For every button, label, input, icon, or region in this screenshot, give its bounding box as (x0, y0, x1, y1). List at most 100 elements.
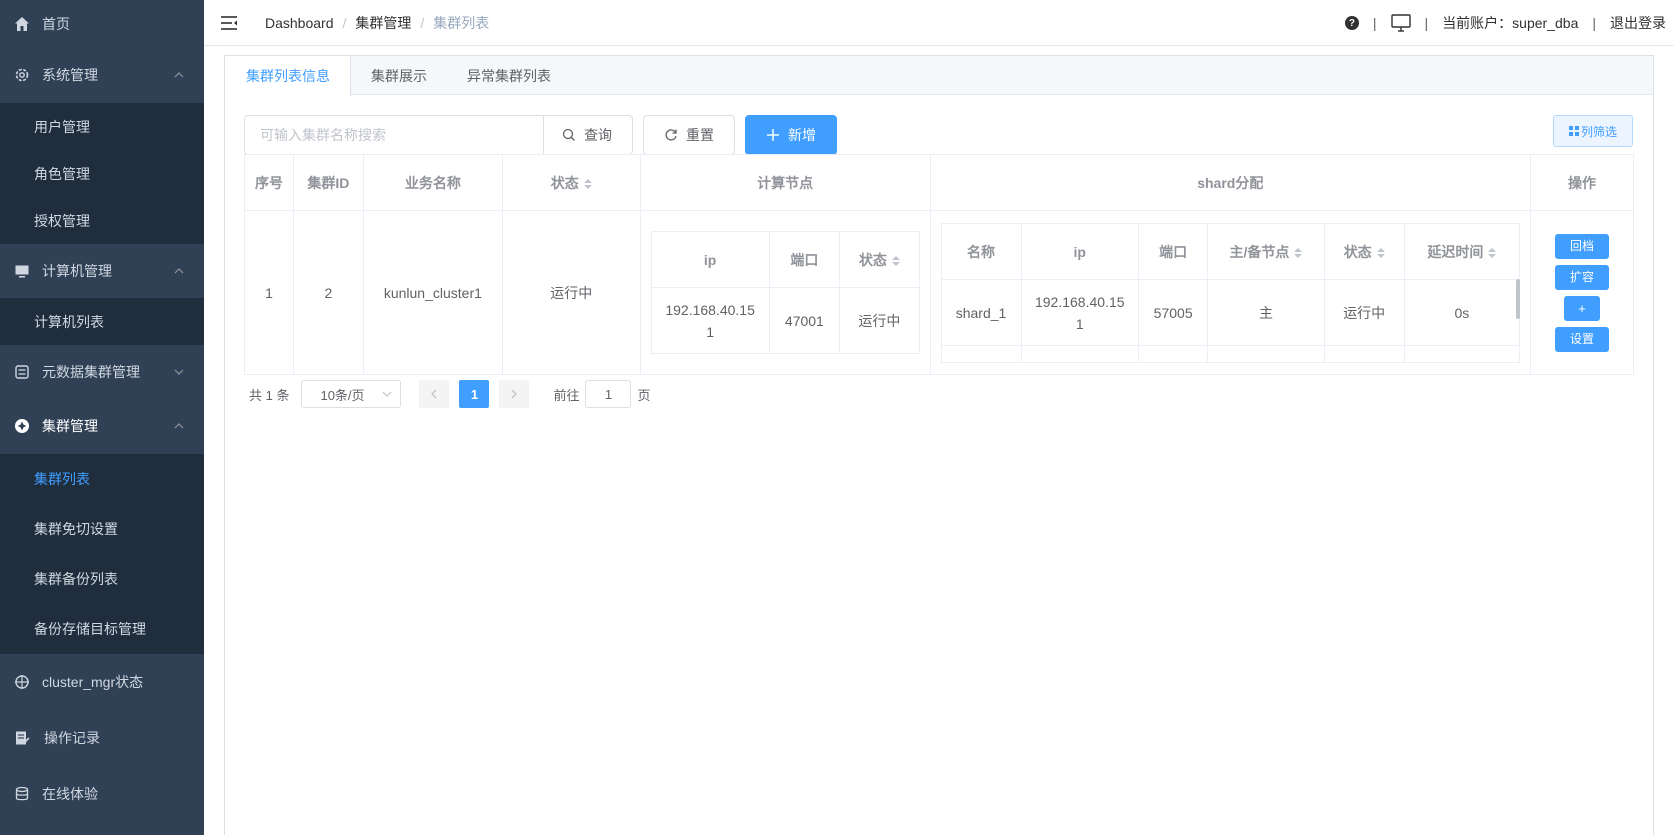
tab-cluster-list-info[interactable]: 集群列表信息 (225, 56, 351, 96)
right-menu: ? | | 当前账户：super_dba | 退出登录 (1344, 0, 1666, 46)
sidebar-item-label: 在线体验 (42, 786, 98, 802)
navbar: Dashboard / 集群管理 / 集群列表 ? | | 当前账户：super… (204, 0, 1674, 46)
sort-icon[interactable] (1488, 247, 1497, 258)
submenu-cluster: 集群列表 集群免切设置 集群备份列表 备份存储目标管理 (0, 454, 204, 654)
breadcrumb-cluster-list: 集群列表 (433, 14, 490, 31)
sidebar-item-label: 集群管理 (42, 418, 98, 434)
breadcrumb-separator: / (420, 14, 425, 31)
shard-port: 57005 (1137, 279, 1209, 346)
shard-header-delay-label: 延迟时间 (1427, 243, 1484, 260)
logout-link[interactable]: 退出登录 (1610, 13, 1666, 33)
compute-ip: 192.168.40.151 (650, 287, 770, 354)
chevron-down-icon (383, 391, 392, 397)
header-compute-nodes: 计算节点 (639, 154, 931, 211)
sidebar-item-metadata[interactable]: 元数据集群管理 (0, 345, 204, 398)
more-button[interactable]: + (1564, 295, 1600, 321)
add-button[interactable]: 新增 (745, 115, 837, 155)
sidebar-item-label: 元数据集群管理 (42, 363, 140, 380)
sidebar-item-cluster[interactable]: 集群管理 (0, 398, 204, 454)
search-icon (562, 128, 576, 142)
refresh-icon (664, 128, 678, 142)
sort-icon[interactable] (583, 178, 592, 189)
sort-icon[interactable] (891, 255, 900, 266)
tab-cluster-display[interactable]: 集群展示 (351, 56, 447, 95)
search-input[interactable] (244, 115, 544, 155)
sort-icon[interactable] (1294, 247, 1303, 258)
cluster-table: 序号 集群ID 业务名称 状态 计算节点 shard分配 操作 1 2 kunl… (244, 154, 1634, 375)
sidebar-item-backup-storage[interactable]: 备份存储目标管理 (0, 604, 204, 654)
page-size-select[interactable]: 10条/页 (301, 380, 402, 408)
shard-header-ip: ip (1020, 223, 1139, 280)
expand-button[interactable]: 扩容 (1555, 264, 1610, 290)
goto-input[interactable] (585, 380, 632, 408)
sidebar-item-label: 操作记录 (44, 730, 100, 746)
page-number[interactable]: 1 (459, 380, 490, 408)
database-icon (14, 786, 30, 802)
sidebar-item-online[interactable]: 在线体验 (0, 766, 204, 822)
help-icon[interactable]: ? (1344, 16, 1359, 30)
cluster-icon (14, 418, 30, 434)
hamburger-icon[interactable] (221, 13, 241, 33)
sidebar-item-cluster-backup[interactable]: 集群备份列表 (0, 554, 204, 604)
chevron-up-icon (174, 72, 184, 78)
sidebar-item-system[interactable]: 系统管理 (0, 47, 204, 103)
screen-icon[interactable] (1390, 14, 1411, 32)
plus-icon (766, 128, 780, 142)
document-edit-icon (14, 730, 30, 746)
header-cluster-id: 集群ID (292, 154, 364, 211)
query-button[interactable]: 查询 (544, 115, 633, 155)
sort-icon[interactable] (1376, 247, 1385, 258)
compute-port: 47001 (768, 287, 841, 354)
reset-button[interactable]: 重置 (643, 115, 735, 155)
chevron-left-icon (431, 389, 437, 399)
header-business-name: 业务名称 (362, 154, 503, 211)
sidebar-item-computer-list[interactable]: 计算机列表 (0, 298, 204, 345)
chevron-up-icon (174, 423, 184, 429)
page-size-value: 10条/页 (320, 387, 365, 403)
compute-node-row: 192.168.40.151 47001 运行中 (650, 287, 920, 354)
add-label: 新增 (788, 127, 816, 143)
next-page-button[interactable] (499, 380, 530, 408)
sidebar-item-authorization[interactable]: 授权管理 (0, 197, 204, 244)
breadcrumb-dashboard[interactable]: Dashboard (265, 15, 334, 31)
sidebar-item-home[interactable]: 首页 (0, 0, 204, 47)
scrollbar[interactable] (1516, 279, 1521, 319)
divider: | (1372, 15, 1377, 31)
sidebar-item-computer[interactable]: 计算机管理 (0, 244, 204, 298)
header-status[interactable]: 状态 (501, 154, 641, 211)
monitor-icon (14, 263, 30, 279)
table-row: 1 2 kunlun_cluster1 运行中 ip 端口 状态 192.168… (244, 210, 1634, 375)
header-status-label: 状态 (550, 174, 579, 191)
shard-header-port: 端口 (1137, 223, 1209, 280)
settings-button[interactable]: 设置 (1555, 326, 1610, 352)
sidebar-item-cluster-switch[interactable]: 集群免切设置 (0, 504, 204, 554)
column-filter-button[interactable]: 列筛选 (1552, 115, 1633, 147)
sidebar-item-label: cluster_mgr状态 (42, 674, 144, 690)
tab-bar: 集群列表信息 集群展示 异常集群列表 (225, 56, 1653, 96)
sidebar-item-users[interactable]: 用户管理 (0, 103, 204, 150)
rollback-button[interactable]: 回档 (1555, 233, 1610, 259)
cell-shard: 名称 ip 端口 主/备节点 状态 延迟时间 shard_1 192.168.4… (929, 210, 1532, 375)
compute-header-status[interactable]: 状态 (839, 231, 920, 288)
compute-header-ip: ip (650, 231, 770, 288)
reset-label: 重置 (686, 127, 714, 143)
sidebar-item-cluster-list[interactable]: 集群列表 (0, 454, 204, 504)
shard-header-role[interactable]: 主/备节点 (1207, 223, 1325, 280)
action-buttons: 回档 扩容 + 设置 (1531, 233, 1633, 352)
cell-actions: 回档 扩容 + 设置 (1530, 210, 1634, 375)
prev-page-button[interactable] (419, 380, 450, 408)
shard-header-status-label: 状态 (1343, 243, 1372, 260)
goto-label: 前往 (553, 387, 580, 403)
divider: | (1424, 15, 1429, 31)
shard-scroll: 名称 ip 端口 主/备节点 状态 延迟时间 shard_1 192.168.4… (940, 223, 1521, 363)
cell-business-name: kunlun_cluster1 (362, 210, 503, 375)
compute-header-port: 端口 (768, 231, 841, 288)
gear-icon (14, 67, 30, 83)
breadcrumb-cluster-management[interactable]: 集群管理 (355, 13, 411, 33)
sidebar-item-roles[interactable]: 角色管理 (0, 150, 204, 197)
shard-header-delay[interactable]: 延迟时间 (1403, 223, 1521, 280)
sidebar-item-oplog[interactable]: 操作记录 (0, 710, 204, 766)
shard-header-status[interactable]: 状态 (1323, 223, 1405, 280)
sidebar-item-cluster-mgr[interactable]: cluster_mgr状态 (0, 654, 204, 710)
tab-abnormal-clusters[interactable]: 异常集群列表 (447, 56, 571, 95)
